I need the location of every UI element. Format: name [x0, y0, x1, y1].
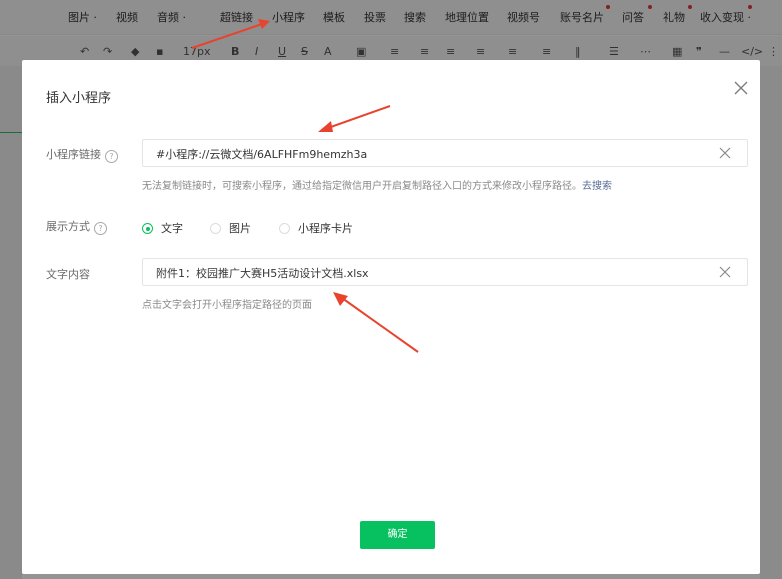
display-label-row: 展示方式? [46, 218, 107, 235]
radio-image-label: 图片 [229, 222, 251, 235]
close-icon[interactable] [731, 78, 751, 98]
text-content-hint: 点击文字会打开小程序指定路径的页面 [142, 300, 312, 311]
insert-mini-program-dialog: 插入小程序 小程序链接? #小程序://云微文档/6ALFHFm9hemzh3a… [22, 60, 760, 574]
link-label-row: 小程序链接? [46, 146, 118, 163]
dialog-title: 插入小程序 [46, 91, 112, 106]
text-content-value: 附件1：校园推广大赛H5活动设计文档.xlsx [156, 267, 369, 280]
confirm-button[interactable]: 确定 [360, 521, 435, 549]
text-content-label: 文字内容 [46, 268, 90, 281]
radio-card[interactable]: 小程序卡片 [279, 220, 353, 236]
radio-checked-icon [142, 223, 153, 234]
text-content-field[interactable]: 附件1：校园推广大赛H5活动设计文档.xlsx [142, 258, 748, 286]
mini-program-link-field[interactable]: #小程序://云微文档/6ALFHFm9hemzh3a [142, 139, 748, 167]
clear-icon[interactable] [717, 145, 733, 161]
link-hint-text: 无法复制链接时，可搜索小程序，通过给指定微信用户开启复制路径入口的方式来修改小程… [142, 181, 582, 192]
go-search-link[interactable]: 去搜索 [582, 181, 612, 192]
clear-icon[interactable] [717, 264, 733, 280]
radio-text[interactable]: 文字 [142, 220, 183, 236]
help-icon[interactable]: ? [94, 222, 107, 235]
radio-unchecked-icon [279, 223, 290, 234]
radio-card-label: 小程序卡片 [298, 222, 353, 235]
display-label: 展示方式 [46, 220, 90, 233]
text-label-row: 文字内容 [46, 266, 90, 282]
help-icon[interactable]: ? [105, 150, 118, 163]
radio-image[interactable]: 图片 [210, 220, 251, 236]
radio-text-label: 文字 [161, 222, 183, 235]
link-value: #小程序://云微文档/6ALFHFm9hemzh3a [156, 148, 368, 161]
link-label: 小程序链接 [46, 148, 101, 161]
link-hint: 无法复制链接时，可搜索小程序，通过给指定微信用户开启复制路径入口的方式来修改小程… [142, 177, 612, 192]
radio-unchecked-icon [210, 223, 221, 234]
